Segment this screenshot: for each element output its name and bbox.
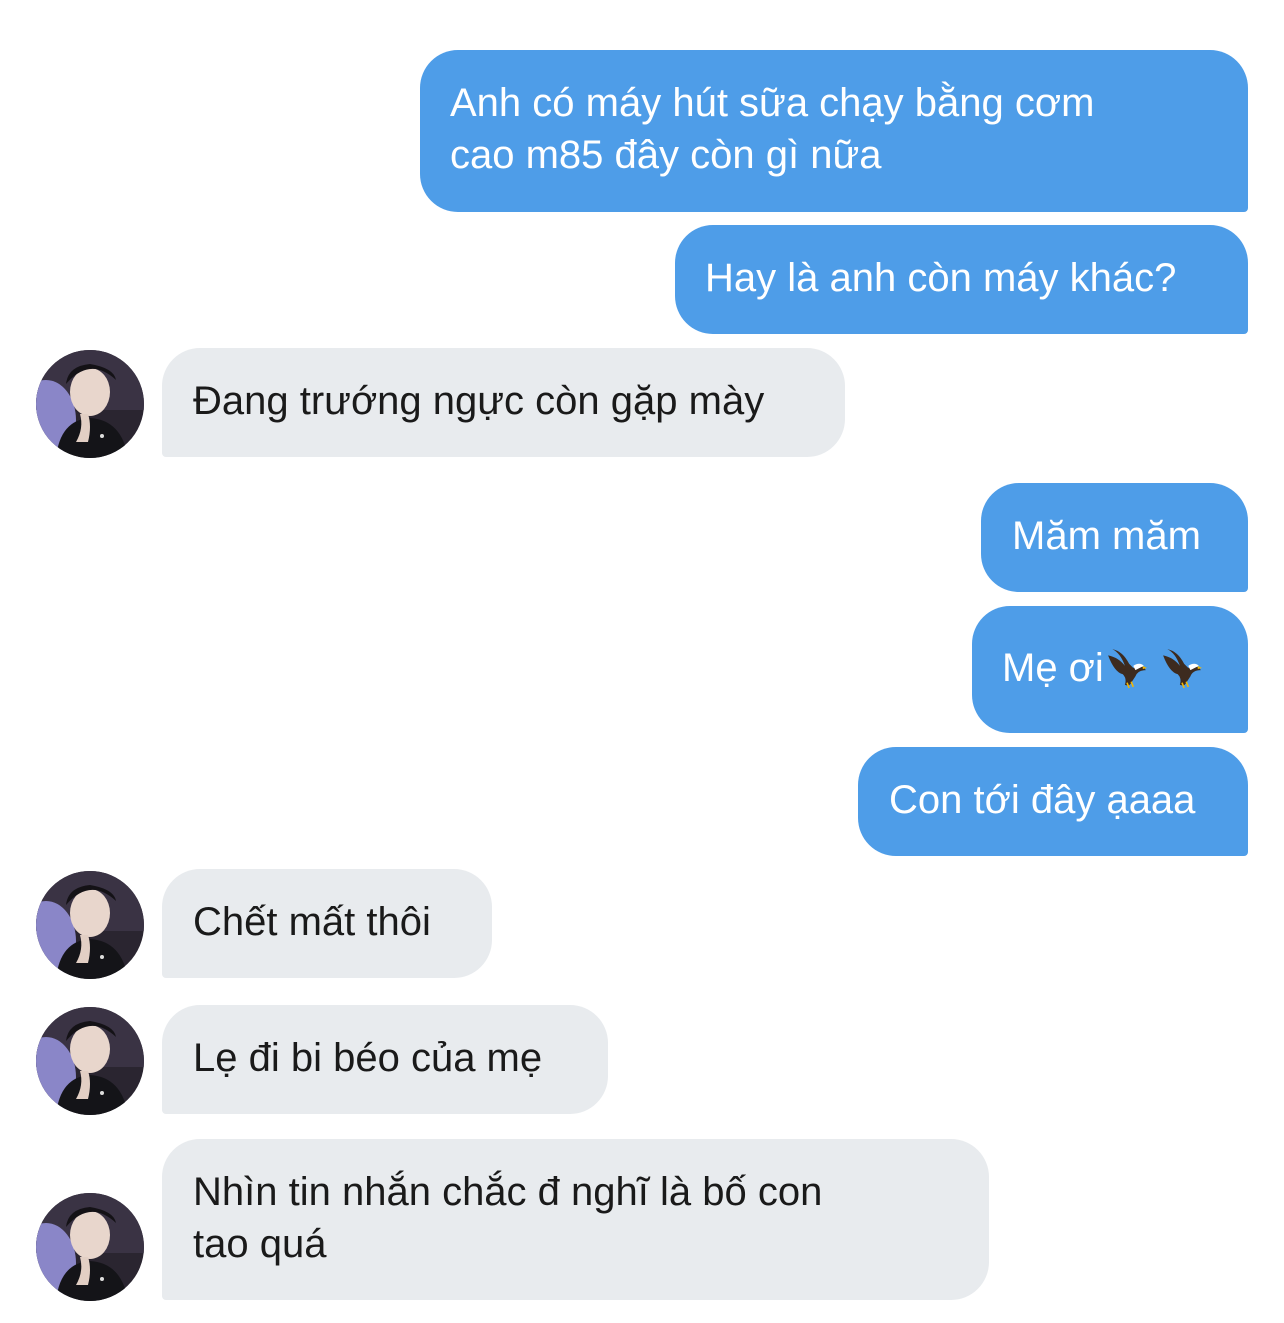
eagle-icon <box>1106 647 1148 689</box>
message-bubble-received[interactable]: Nhìn tin nhắn chắc đ nghĩ là bố con tao … <box>162 1139 989 1300</box>
message-bubble-sent[interactable]: Con tới đây ạaaa <box>858 747 1248 856</box>
message-text-line: Con tới đây ạaaa <box>889 778 1196 822</box>
message-bubble-sent[interactable]: Mẹ ơi <box>972 606 1248 733</box>
message-text-line: Đang trướng ngực còn gặp mày <box>193 379 765 423</box>
message-text-line: Măm măm <box>1012 514 1201 558</box>
message-text-line: Lẹ đi bi béo của mẹ <box>193 1036 543 1080</box>
message-bubble-received[interactable]: Lẹ đi bi béo của mẹ <box>162 1005 608 1114</box>
message-text-line: Anh có máy hút sữa chạy bằng cơm <box>450 81 1095 125</box>
contact-avatar[interactable] <box>36 1007 144 1115</box>
message-bubble-received[interactable]: Chết mất thôi <box>162 869 492 978</box>
message-text-line: Chết mất thôi <box>193 900 431 944</box>
message-bubble-sent[interactable]: Hay là anh còn máy khác? <box>675 225 1248 334</box>
contact-avatar[interactable] <box>36 1193 144 1301</box>
contact-avatar[interactable] <box>36 871 144 979</box>
message-text-line: tao quá <box>193 1222 327 1266</box>
message-bubble-sent[interactable]: Anh có máy hút sữa chạy bằng cơm cao m85… <box>420 50 1248 212</box>
message-text-line: cao m85 đây còn gì nữa <box>450 133 882 177</box>
message-text-line: Nhìn tin nhắn chắc đ nghĩ là bố con <box>193 1170 823 1214</box>
message-text-line: Mẹ ơi <box>1002 646 1104 690</box>
message-bubble-sent[interactable]: Măm măm <box>981 483 1248 592</box>
eagle-icon <box>1161 647 1203 689</box>
contact-avatar[interactable] <box>36 350 144 458</box>
message-text-line: Hay là anh còn máy khác? <box>705 256 1177 300</box>
message-bubble-received[interactable]: Đang trướng ngực còn gặp mày <box>162 348 845 457</box>
